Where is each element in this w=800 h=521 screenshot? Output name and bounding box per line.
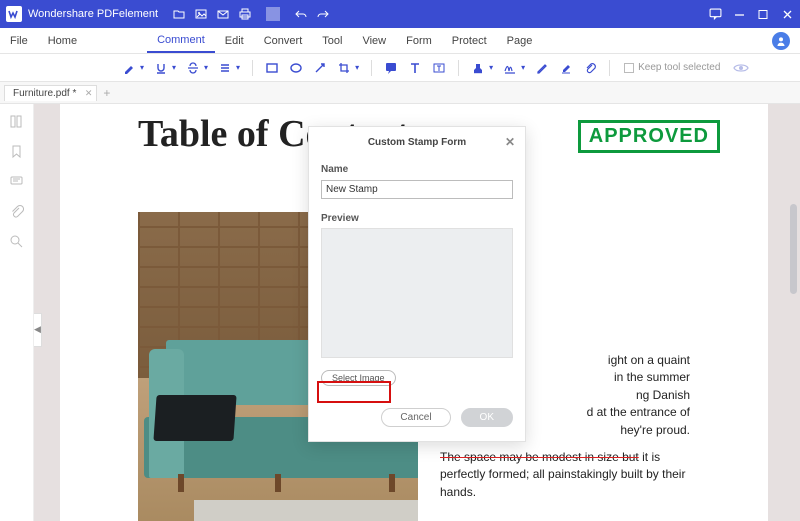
highlight-annotation bbox=[317, 381, 391, 403]
note-tool-icon[interactable] bbox=[382, 59, 400, 77]
menu-bar: File Home Comment Edit Convert Tool View… bbox=[0, 28, 800, 54]
bookmarks-icon[interactable] bbox=[9, 144, 25, 160]
checkbox-icon[interactable] bbox=[624, 63, 634, 73]
document-tab[interactable]: Furniture.pdf * ✕ bbox=[4, 85, 97, 101]
close-tab-icon[interactable]: ✕ bbox=[85, 88, 93, 99]
user-avatar-icon[interactable] bbox=[772, 32, 790, 50]
custom-stamp-dialog: Custom Stamp Form ✕ Name Preview Select … bbox=[308, 126, 526, 442]
document-tab-label: Furniture.pdf * bbox=[13, 88, 76, 99]
undo-icon[interactable] bbox=[294, 7, 308, 21]
comments-panel-icon[interactable] bbox=[9, 174, 25, 190]
menu-protect[interactable]: Protect bbox=[442, 28, 497, 53]
arrow-shape-icon[interactable] bbox=[311, 59, 329, 77]
document-tab-strip: Furniture.pdf * ✕ + bbox=[0, 82, 800, 104]
open-file-icon[interactable] bbox=[172, 7, 186, 21]
title-bar: Wondershare PDFelement bbox=[0, 0, 800, 28]
menu-file[interactable]: File bbox=[0, 28, 38, 53]
email-icon[interactable] bbox=[216, 7, 230, 21]
preview-label: Preview bbox=[321, 213, 513, 224]
comment-toolbar: ▾ ▾ ▾ ▾ ▾ ▾ ▾ Keep tool selected bbox=[0, 54, 800, 82]
menu-view[interactable]: View bbox=[352, 28, 396, 53]
maximize-icon[interactable] bbox=[756, 7, 770, 21]
document-area: ◀ Table of Contents APPROVED ight on a q… bbox=[34, 104, 800, 521]
underline-tool-icon[interactable] bbox=[152, 59, 170, 77]
highlight-tool-icon[interactable] bbox=[120, 59, 138, 77]
modal-backdrop: Custom Stamp Form ✕ Name Preview Select … bbox=[34, 104, 800, 521]
dialog-title: Custom Stamp Form bbox=[368, 137, 466, 148]
name-field-label: Name bbox=[321, 164, 513, 175]
attachment-tool-icon[interactable] bbox=[581, 59, 599, 77]
thumbnails-icon[interactable] bbox=[9, 114, 25, 130]
oval-shape-icon[interactable] bbox=[287, 59, 305, 77]
feedback-icon[interactable] bbox=[708, 7, 722, 21]
text-tool-icon[interactable] bbox=[406, 59, 424, 77]
left-sidebar bbox=[0, 104, 34, 521]
new-tab-icon[interactable]: + bbox=[103, 86, 110, 100]
menu-form[interactable]: Form bbox=[396, 28, 442, 53]
signature-tool-icon[interactable] bbox=[501, 59, 519, 77]
menu-tool[interactable]: Tool bbox=[312, 28, 352, 53]
app-logo-icon bbox=[6, 6, 22, 22]
minimize-icon[interactable] bbox=[732, 7, 746, 21]
image-icon[interactable] bbox=[194, 7, 208, 21]
hide-toolbar-icon[interactable] bbox=[732, 59, 750, 77]
pencil-tool-icon[interactable] bbox=[533, 59, 551, 77]
stamp-name-input[interactable] bbox=[321, 180, 513, 199]
dialog-close-icon[interactable]: ✕ bbox=[505, 135, 515, 149]
menu-home[interactable]: Home bbox=[38, 28, 87, 53]
stamp-preview-area bbox=[321, 228, 513, 358]
rectangle-shape-icon[interactable] bbox=[263, 59, 281, 77]
cancel-button[interactable]: Cancel bbox=[381, 408, 450, 427]
crop-shape-icon[interactable] bbox=[335, 59, 353, 77]
ok-button[interactable]: OK bbox=[461, 408, 513, 427]
paragraph-tool-icon[interactable] bbox=[216, 59, 234, 77]
eraser-tool-icon[interactable] bbox=[557, 59, 575, 77]
menu-convert[interactable]: Convert bbox=[254, 28, 313, 53]
text-box-tool-icon[interactable] bbox=[430, 59, 448, 77]
keep-tool-selected-label: Keep tool selected bbox=[638, 62, 720, 73]
keep-tool-selected-toggle[interactable]: Keep tool selected bbox=[624, 62, 720, 73]
search-panel-icon[interactable] bbox=[9, 234, 25, 250]
workspace: ◀ Table of Contents APPROVED ight on a q… bbox=[0, 104, 800, 521]
close-window-icon[interactable] bbox=[780, 7, 794, 21]
print-icon[interactable] bbox=[238, 7, 252, 21]
menu-edit[interactable]: Edit bbox=[215, 28, 254, 53]
stamp-tool-icon[interactable] bbox=[469, 59, 487, 77]
attachments-panel-icon[interactable] bbox=[9, 204, 25, 220]
strikethrough-tool-icon[interactable] bbox=[184, 59, 202, 77]
app-name: Wondershare PDFelement bbox=[28, 8, 158, 20]
quick-access-toolbar bbox=[172, 7, 330, 21]
menu-comment[interactable]: Comment bbox=[147, 28, 215, 53]
redo-icon[interactable] bbox=[316, 7, 330, 21]
menu-page[interactable]: Page bbox=[497, 28, 543, 53]
